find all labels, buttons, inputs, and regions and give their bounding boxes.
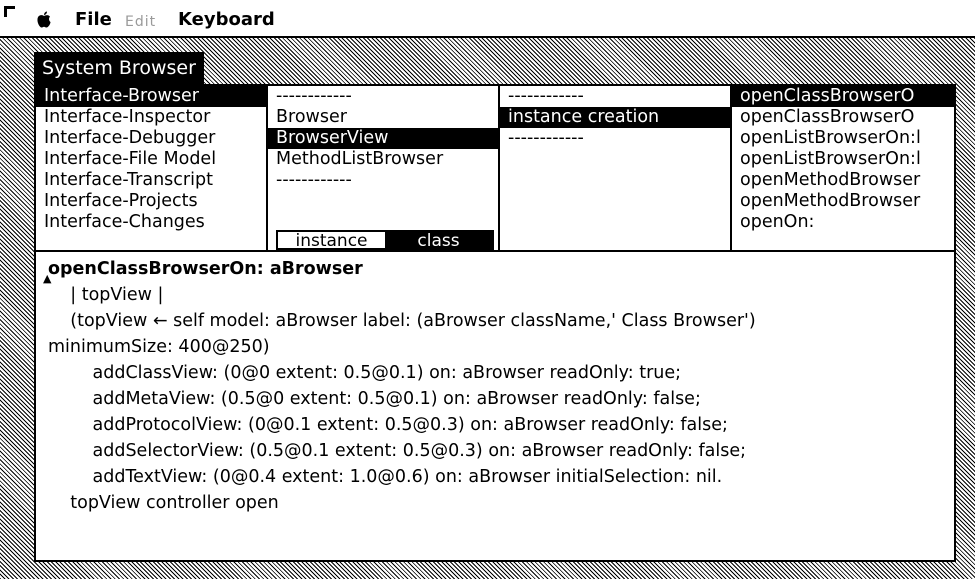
category-item[interactable]: Interface-Debugger — [36, 128, 266, 149]
instance-toggle-button[interactable]: instance — [278, 232, 385, 250]
selector-item[interactable]: openListBrowserOn:l — [732, 149, 954, 170]
code-line: topView controller open — [48, 493, 279, 513]
category-item[interactable]: Interface-Projects — [36, 191, 266, 212]
code-line: addSelectorView: (0.5@0.1 extent: 0.5@0.… — [48, 441, 746, 461]
class-list[interactable]: ------------ Browser BrowserView MethodList… — [268, 86, 500, 252]
protocol-list[interactable]: ------------ instance creation -----------… — [500, 86, 732, 252]
selector-item[interactable]: openClassBrowserO — [732, 86, 954, 107]
selector-item[interactable]: openClassBrowserO — [732, 107, 954, 128]
selector-item[interactable]: openMethodBrowser — [732, 191, 954, 212]
code-line: addMetaView: (0.5@0 extent: 0.5@0.1) on:… — [48, 389, 701, 409]
protocol-item[interactable]: ------------ — [500, 86, 730, 107]
code-line: addTextView: (0@0.4 extent: 1.0@0.6) on:… — [48, 467, 723, 487]
code-line: (topView ← self model: aBrowser label: (… — [48, 311, 756, 331]
selector-list[interactable]: openClassBrowserO openClassBrowserO openLi… — [732, 86, 954, 252]
class-item[interactable]: ------------ — [268, 170, 498, 191]
menu-edit[interactable]: Edit — [125, 12, 156, 32]
code-line: minimumSize: 400@250) — [48, 337, 270, 357]
category-item[interactable]: Interface-File Model — [36, 149, 266, 170]
protocol-item[interactable]: instance creation — [500, 107, 730, 128]
corner-mark — [4, 6, 15, 17]
class-toggle-button[interactable]: class — [385, 232, 492, 250]
category-list[interactable]: Interface-Browser Interface-Inspector Inte… — [36, 86, 268, 252]
menu-keyboard[interactable]: Keyboard — [178, 10, 275, 30]
protocol-item[interactable]: ------------ — [500, 128, 730, 149]
class-item[interactable]: ------------ — [268, 86, 498, 107]
apple-icon[interactable] — [36, 11, 52, 29]
selector-item[interactable]: openOn: — [732, 212, 954, 233]
category-item[interactable]: Interface-Browser — [36, 86, 266, 107]
window-title-tab[interactable]: System Browser — [34, 52, 204, 84]
menu-bar: File Edit Keyboard — [0, 0, 975, 38]
category-item[interactable]: Interface-Changes — [36, 212, 266, 233]
menu-file[interactable]: File — [75, 10, 112, 30]
class-item[interactable]: Browser — [268, 107, 498, 128]
code-line: addClassView: (0@0 extent: 0.5@0.1) on: … — [48, 363, 682, 383]
category-item[interactable]: Interface-Transcript — [36, 170, 266, 191]
system-browser-window: Interface-Browser Interface-Inspector Inte… — [34, 84, 956, 562]
code-line: addProtocolView: (0@0.1 extent: 0.5@0.3)… — [48, 415, 728, 435]
class-item[interactable]: MethodListBrowser — [268, 149, 498, 170]
code-text-pane[interactable]: ▲ openClassBrowserOn: aBrowser | topView… — [36, 252, 954, 560]
selector-item[interactable]: openListBrowserOn:l — [732, 128, 954, 149]
selector-item[interactable]: openMethodBrowser — [732, 170, 954, 191]
code-line: | topView | — [48, 285, 164, 305]
class-item[interactable]: BrowserView — [268, 128, 498, 149]
code-line: openClassBrowserOn: aBrowser — [48, 259, 363, 279]
instance-class-toggle: instance class — [276, 230, 494, 250]
category-item[interactable]: Interface-Inspector — [36, 107, 266, 128]
